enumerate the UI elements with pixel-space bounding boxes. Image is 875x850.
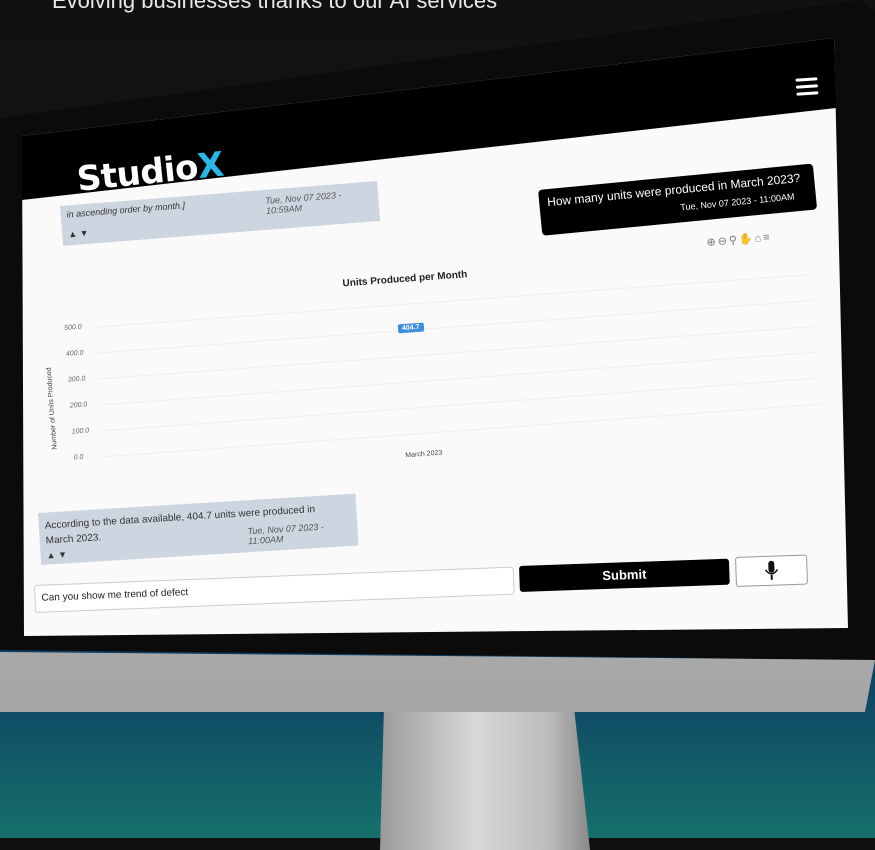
pan-icon[interactable]: ✋ [738, 233, 755, 246]
y-tick-label: 0.0 [73, 453, 84, 462]
prev-thumbs: ▲ ▼ [68, 228, 89, 240]
gridline [97, 325, 817, 380]
prev-bot-text: in ascending order by month.] [66, 200, 186, 220]
y-tick-label: 300.0 [67, 375, 86, 384]
thumbs-down-icon[interactable]: ▼ [79, 228, 89, 239]
y-tick-label: 100.0 [71, 427, 90, 436]
logo-accent: X [195, 144, 226, 188]
thumbs-up-icon[interactable]: ▲ [68, 229, 78, 240]
mic-button[interactable] [735, 554, 809, 587]
gridline [99, 351, 818, 406]
y-tick-label: 500.0 [63, 323, 82, 332]
monitor: StudioX in ascending order by month.] Tu… [0, 0, 875, 838]
data-label: 404.7 [397, 322, 424, 334]
gridline [95, 299, 815, 354]
y-tick-label: 400.0 [65, 349, 84, 358]
y-tick-label: 200.0 [69, 401, 88, 410]
prev-bot-time: Tue, Nov 07 2023 - 10:59AM [264, 189, 342, 216]
microphone-icon [764, 560, 779, 580]
hamburger-menu-icon[interactable] [795, 77, 819, 96]
menu-icon[interactable]: ≡ [763, 231, 772, 244]
gridline [101, 377, 820, 432]
submit-label: Submit [602, 566, 647, 584]
thumbs-down-icon[interactable]: ▼ [58, 549, 68, 560]
x-tick-label: March 2023 [405, 449, 443, 460]
bot-thumbs: ▲ ▼ [46, 549, 67, 560]
thumbs-up-icon[interactable]: ▲ [46, 550, 56, 561]
chat-input-value: Can you show me trend of defect [41, 587, 189, 604]
